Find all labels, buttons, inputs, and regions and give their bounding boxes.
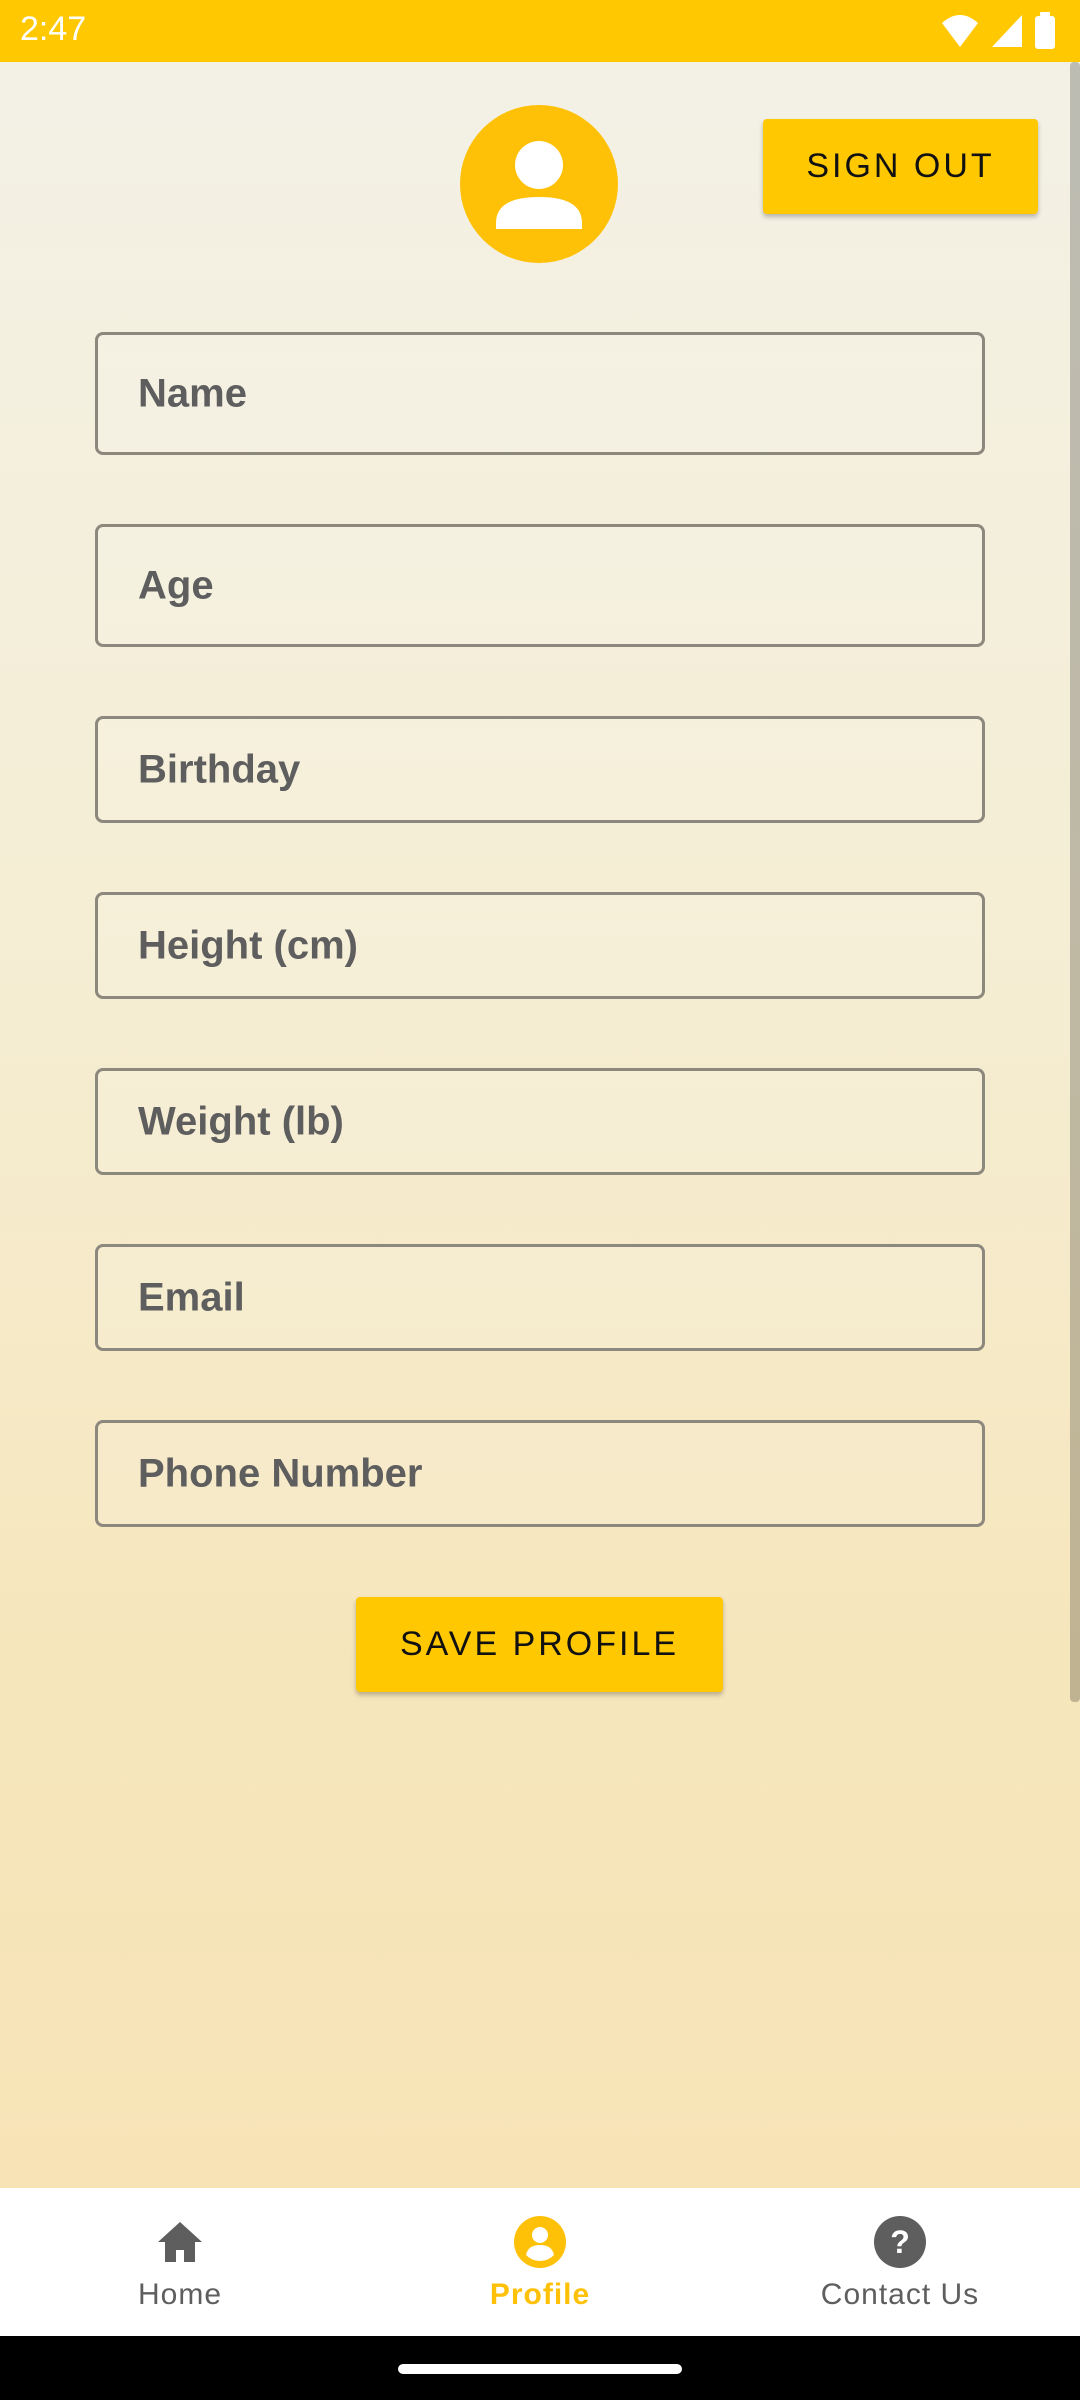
nav-label-contact-us: Contact Us [820, 2278, 980, 2311]
email-field[interactable]: Email [95, 1244, 985, 1351]
profile-screen: SIGN OUT Name Age Birthday Height (cm) W… [0, 62, 1080, 2188]
scrollbar[interactable] [1070, 62, 1080, 1702]
status-icons [940, 12, 1056, 50]
status-bar: 2:47 [0, 0, 1080, 62]
sign-out-button[interactable]: SIGN OUT [763, 119, 1038, 214]
gesture-handle[interactable] [398, 2364, 682, 2374]
status-time: 2:47 [20, 10, 87, 48]
nav-item-profile[interactable]: Profile [360, 2188, 720, 2336]
weight-field-placeholder: Weight (lb) [138, 1099, 344, 1143]
person-icon [496, 141, 582, 229]
name-field-placeholder: Name [138, 371, 247, 415]
age-field-placeholder: Age [138, 563, 214, 607]
phone-number-field[interactable]: Phone Number [95, 1420, 985, 1527]
signal-icon [992, 15, 1022, 47]
svg-text:?: ? [890, 2224, 910, 2260]
age-field[interactable]: Age [95, 524, 985, 647]
weight-field[interactable]: Weight (lb) [95, 1068, 985, 1175]
wifi-icon [942, 15, 978, 47]
phone-number-field-placeholder: Phone Number [138, 1451, 423, 1495]
gesture-navigation-area [0, 2336, 1080, 2400]
bottom-navigation: Home Profile ? Contact Us [0, 2188, 1080, 2336]
nav-item-home[interactable]: Home [0, 2188, 360, 2336]
height-field[interactable]: Height (cm) [95, 892, 985, 999]
nav-label-home: Home [137, 2278, 223, 2311]
email-field-placeholder: Email [138, 1275, 245, 1319]
nav-label-profile: Profile [489, 2278, 591, 2311]
birthday-field-placeholder: Birthday [138, 747, 301, 791]
battery-icon [1035, 12, 1055, 49]
name-field[interactable]: Name [95, 332, 985, 455]
birthday-field[interactable]: Birthday [95, 716, 985, 823]
help-circle-icon: ? [874, 2216, 926, 2268]
nav-item-contact-us[interactable]: ? Contact Us [720, 2188, 1080, 2336]
height-field-placeholder: Height (cm) [138, 923, 358, 967]
save-profile-button[interactable]: SAVE PROFILE [356, 1597, 723, 1692]
home-icon [158, 2222, 202, 2262]
account-circle-icon [514, 2216, 566, 2268]
avatar[interactable] [460, 105, 618, 263]
